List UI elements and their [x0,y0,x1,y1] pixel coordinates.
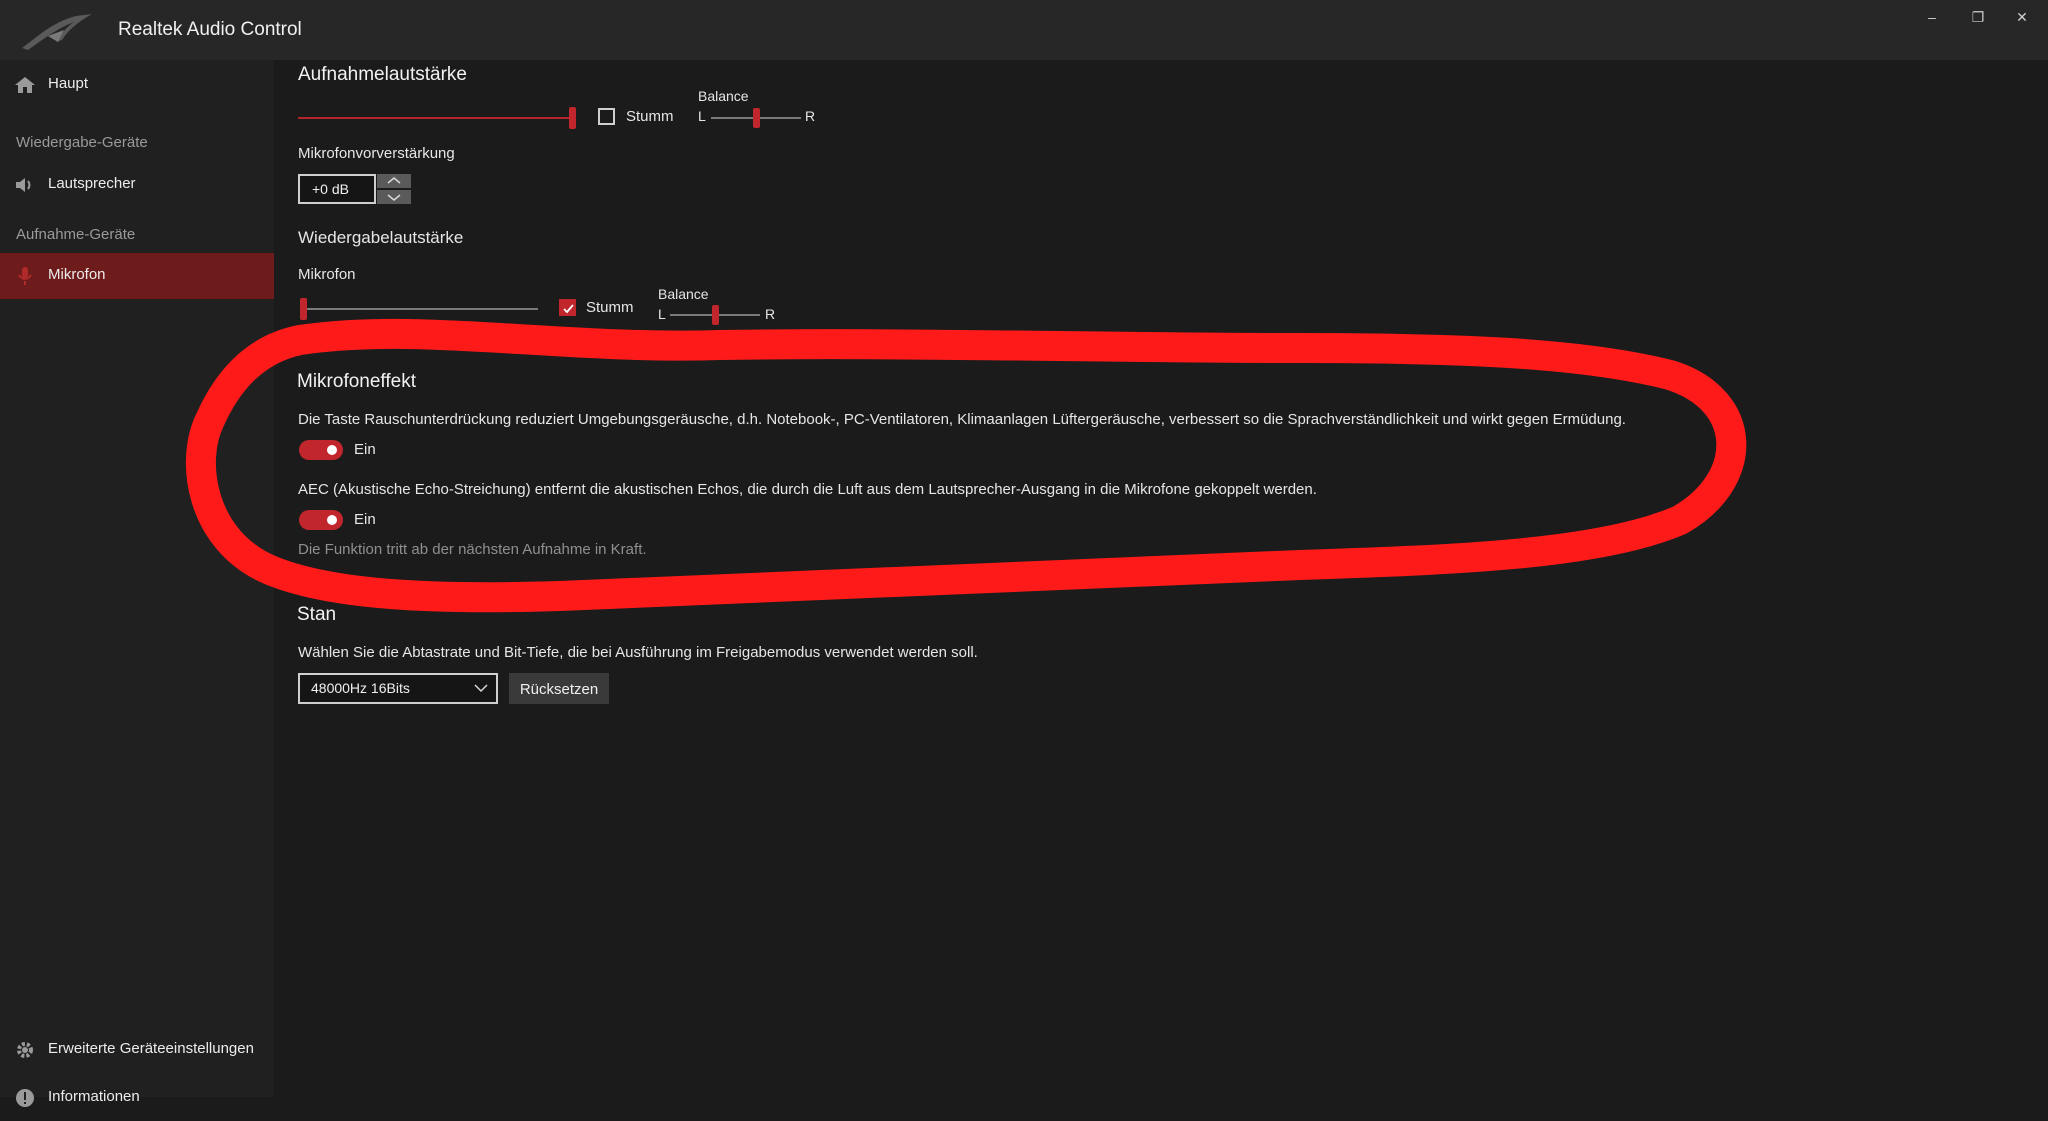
sidebar-item-label: Mikrofon [48,266,106,283]
info-icon [16,1089,34,1107]
mic-boost-label: Mikrofonvorverstärkung [298,145,455,162]
sidebar-item-label: Haupt [48,75,89,92]
aec-description: AEC (Akustische Echo-Streichung) entfern… [298,481,1317,498]
recording-balance-label: Balance [698,88,749,104]
maximize-button[interactable]: ❐ [1958,6,1998,28]
playback-balance-left: L [658,306,666,322]
mic-boost-value[interactable]: +0 dB [298,174,376,204]
mic-boost-up-button[interactable] [377,174,411,188]
recording-volume-title: Aufnahmelautstärke [298,64,467,85]
mic-effect-title: Mikrofoneffekt [297,371,416,392]
sidebar-item-label: Erweiterte Geräteeinstellungen [48,1040,254,1057]
checkmark-icon [563,304,574,314]
sample-rate-value: 48000Hz 16Bits [311,680,410,696]
playback-volume-title: Wiedergabelautstärke [298,228,464,247]
sidebar: Haupt Wiedergabe-Geräte Lautsprecher Auf… [0,60,274,1107]
slider-thumb[interactable] [569,107,576,129]
sidebar-item-label: Lautsprecher [48,175,136,192]
recording-devices-heading: Aufnahme-Geräte [16,226,136,243]
noise-suppression-description: Die Taste Rauschunterdrückung reduziert … [298,411,1626,428]
toggle-knob [327,515,337,525]
chevron-down-icon [387,194,401,201]
toggle-knob [327,445,337,455]
mic-effect-note: Die Funktion tritt ab der nächsten Aufna… [298,541,647,558]
playback-devices-heading: Wiedergabe-Geräte [16,134,148,151]
speaker-icon [16,178,31,192]
recording-mute-label: Stumm [626,108,674,125]
reset-button[interactable]: Rücksetzen [509,673,609,704]
title-bar: Realtek Audio Control – ❐ ✕ [0,0,2048,60]
playback-balance-right: R [765,306,776,322]
slider-thumb[interactable] [300,298,307,320]
gear-icon [17,1042,33,1058]
slider-thumb[interactable] [752,108,760,128]
playback-mute-label: Stumm [586,299,634,316]
default-format-title: Stan [297,604,337,625]
slider-thumb[interactable] [711,305,719,325]
playback-device-label: Mikrofon [298,266,356,283]
recording-balance-right: R [805,108,816,124]
sidebar-item-advanced-settings[interactable]: Erweiterte Geräteeinstellungen [0,1027,274,1073]
noise-suppression-toggle-label: Ein [354,441,376,458]
recording-balance-left: L [698,108,706,124]
playback-balance-label: Balance [658,286,709,302]
sidebar-item-informationen[interactable]: Informationen [0,1075,274,1121]
sample-rate-select[interactable]: 48000Hz 16Bits [298,673,498,704]
rog-logo-icon [22,14,92,50]
app-title: Realtek Audio Control [118,19,302,40]
home-icon [15,77,35,93]
slider-fill [298,117,573,119]
chevron-up-icon [387,177,401,184]
sidebar-item-lautsprecher[interactable]: Lautsprecher [0,162,274,208]
sidebar-item-mikrofon[interactable]: Mikrofon [0,253,274,299]
close-button[interactable]: ✕ [2002,6,2042,28]
sidebar-item-haupt[interactable]: Haupt [0,62,274,108]
playback-mute-checkbox[interactable] [559,299,576,316]
noise-suppression-toggle[interactable] [299,440,343,460]
mic-boost-down-button[interactable] [377,190,411,204]
microphone-icon [18,267,32,285]
aec-toggle[interactable] [299,510,343,530]
aec-toggle-label: Ein [354,511,376,528]
minimize-button[interactable]: – [1912,6,1952,28]
slider-track [300,308,538,310]
recording-mute-checkbox[interactable] [598,108,615,125]
default-format-description: Wählen Sie die Abtastrate und Bit-Tiefe,… [298,644,978,661]
chevron-down-icon [474,684,488,693]
